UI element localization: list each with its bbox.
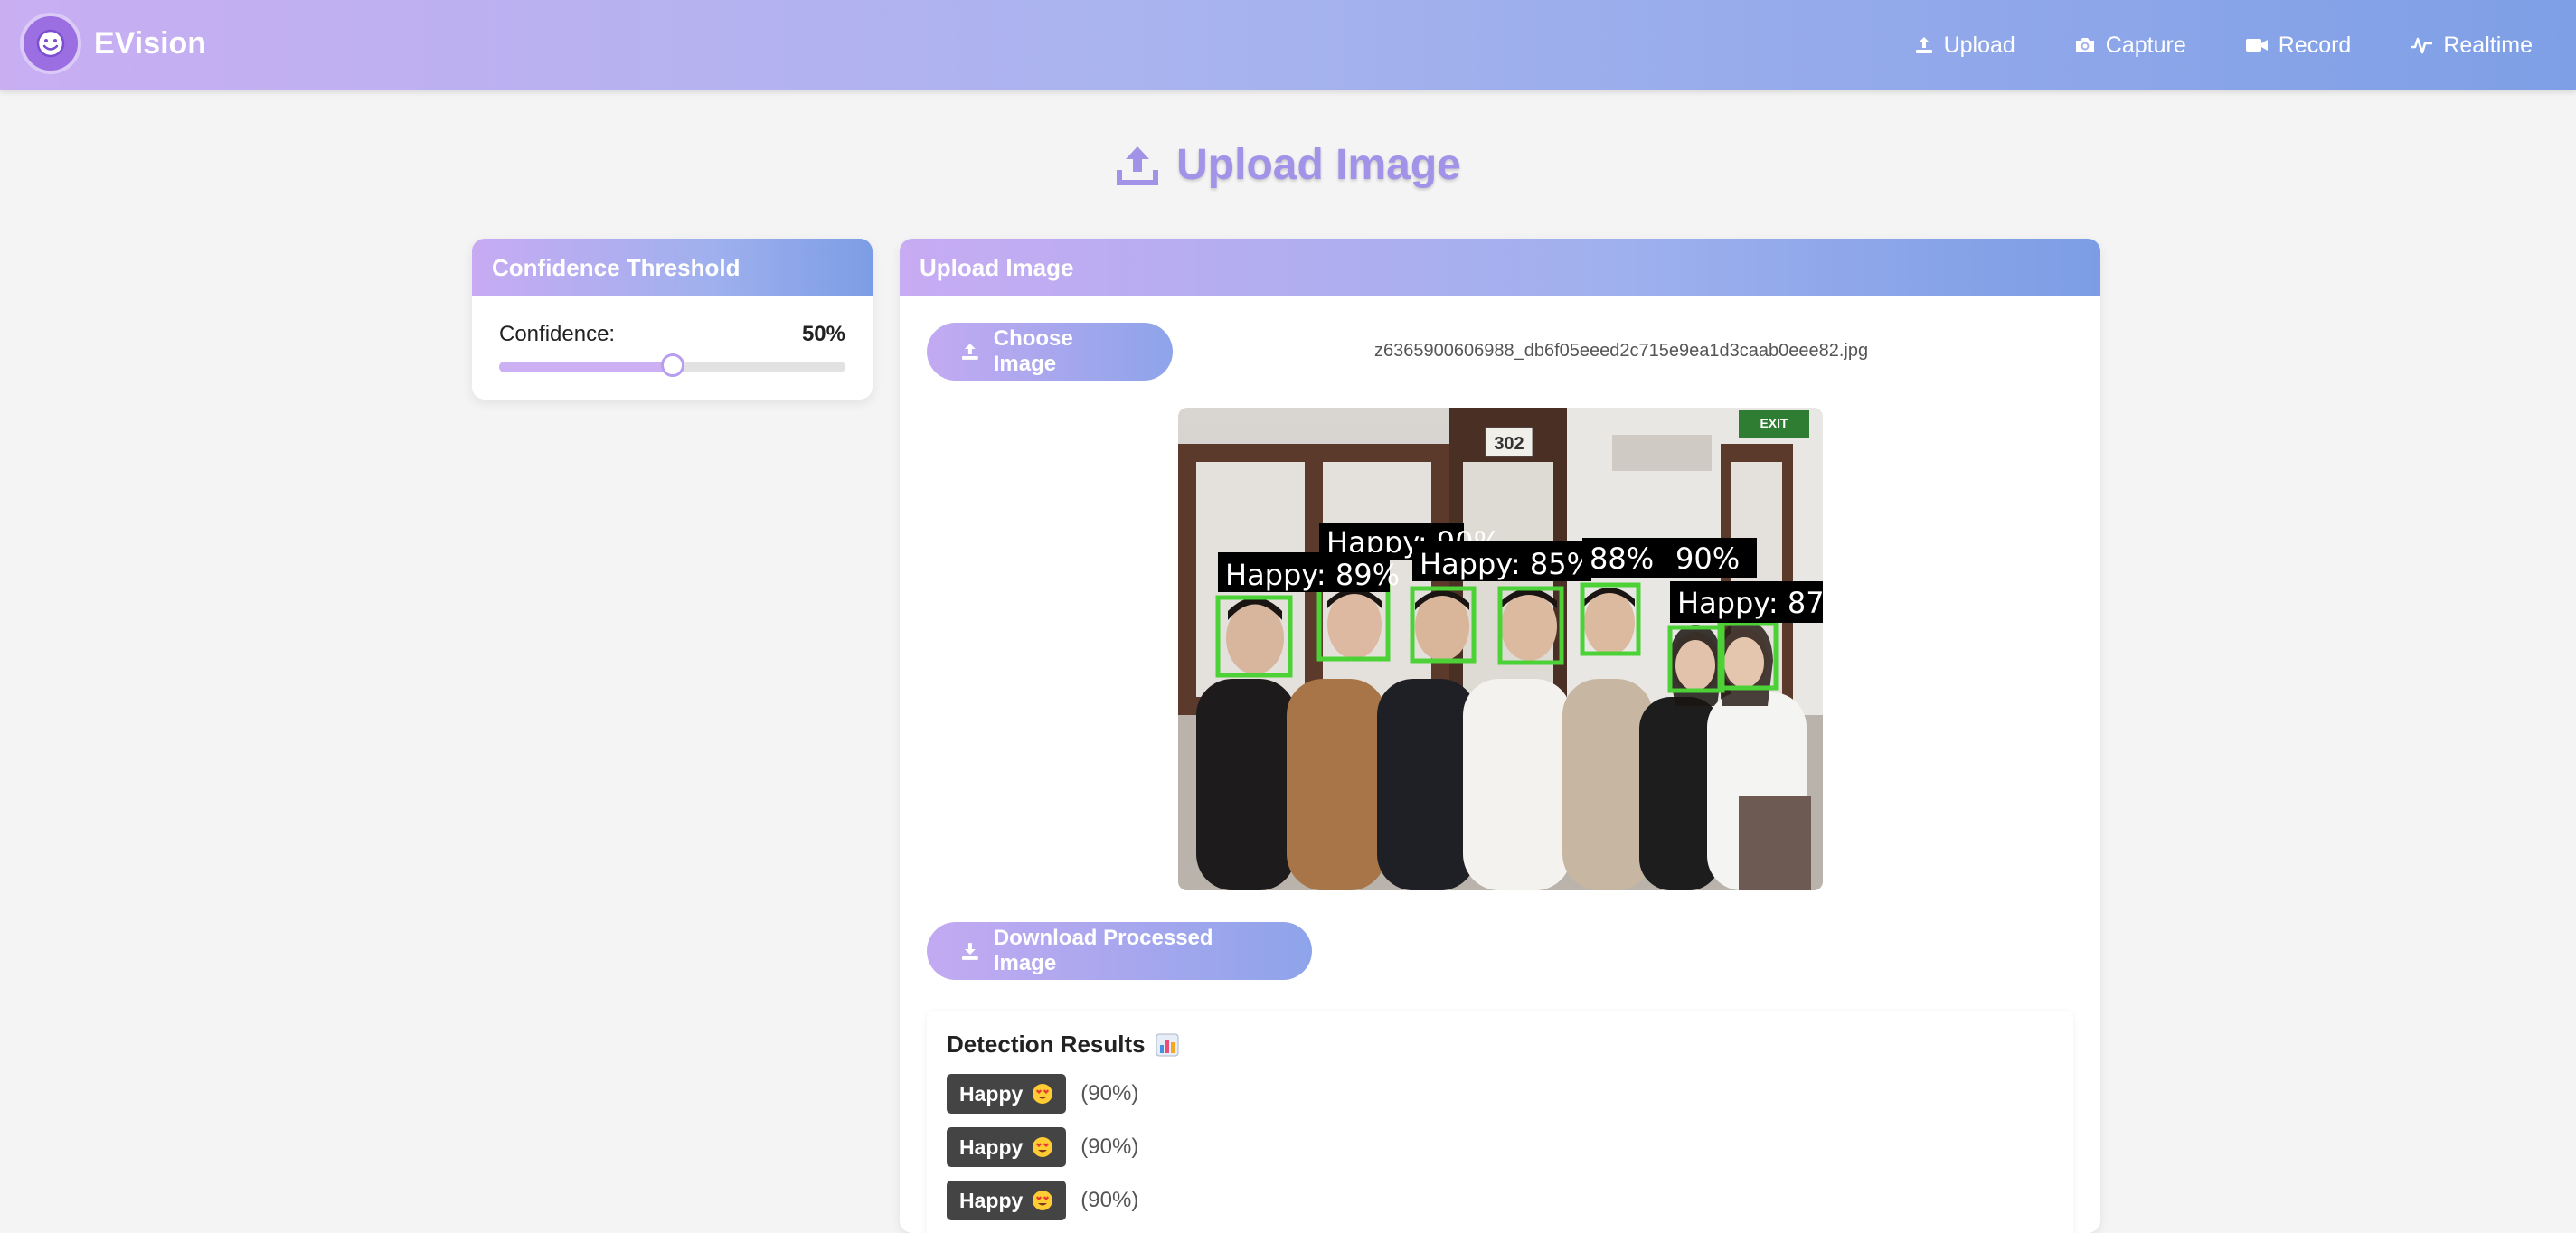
confidence-slider-thumb[interactable]: [660, 353, 684, 377]
emotion-label: Happy: [959, 1188, 1024, 1212]
confidence-row: Confidence: 50%: [499, 322, 845, 347]
detection-results-title: Detection Results: [947, 1031, 1180, 1059]
result-item: Happy (90%): [947, 1181, 1138, 1220]
confidence-value: 50%: [801, 322, 845, 346]
exit-sign: EXIT: [1760, 416, 1788, 430]
nav-capture[interactable]: Capture: [2073, 33, 2186, 59]
upload-icon: [1915, 37, 1932, 53]
choose-image-label: Choose Image: [993, 326, 1073, 376]
upload-card: Upload Image Choose Image z6365900606988…: [900, 239, 2100, 1233]
top-navbar: EVision Upload Capture Record Realtime: [0, 0, 2576, 90]
processed-image: 302 EXIT Happy: Happy: 89% Happy: 85% 88…: [1178, 408, 1823, 890]
download-processed-image-button[interactable]: Download Processed Image: [927, 922, 1312, 980]
nav-links: Upload Capture Record Realtime: [1855, 0, 2533, 90]
detection-results: Detection Results Happy (90%) Happy (90%…: [927, 1011, 2073, 1233]
nav-upload-label: Upload: [1943, 32, 2015, 58]
result-item: Happy (90%): [947, 1074, 1138, 1114]
camera-icon: [2075, 38, 2094, 52]
emotion-label: Happy: [959, 1134, 1024, 1159]
confidence-slider[interactable]: [499, 353, 845, 377]
confidence-card-header: Confidence Threshold: [472, 239, 873, 296]
heart-eyes-emoji-icon: [1033, 1137, 1053, 1157]
nav-realtime[interactable]: Realtime: [2409, 33, 2533, 59]
brand[interactable]: EVision: [24, 16, 206, 71]
choose-image-button[interactable]: Choose Image: [927, 323, 1173, 381]
brand-name: EVision: [94, 25, 207, 61]
download-processed-image-label: Download Processed Image: [993, 926, 1213, 975]
emotion-label: Happy: [959, 1081, 1024, 1106]
upload-icon: [1117, 146, 1159, 185]
emotion-badge: Happy: [947, 1074, 1067, 1114]
heart-eyes-emoji-icon: [1033, 1084, 1053, 1104]
confidence-slider-fill: [499, 362, 673, 372]
waveform-icon: [2411, 37, 2433, 54]
video-icon: [2245, 39, 2268, 52]
download-icon: [961, 943, 978, 960]
detection-label: Happy: 85%: [1420, 547, 1594, 581]
nav-record[interactable]: Record: [2244, 32, 2352, 59]
detection-label: Happy: 89%: [1225, 558, 1400, 592]
confidence-percent: (90%): [1080, 1188, 1139, 1212]
bar-chart-icon: [1156, 1033, 1179, 1056]
detection-label: Happy: 87: [1677, 586, 1823, 620]
nav-realtime-label: Realtime: [2443, 32, 2533, 58]
result-item: Happy (90%): [947, 1127, 1138, 1167]
confidence-card: Confidence Threshold Confidence: 50%: [472, 239, 873, 400]
emotion-badge: Happy: [947, 1127, 1067, 1167]
upload-card-header: Upload Image: [900, 239, 2100, 296]
confidence-label: Confidence:: [499, 322, 616, 346]
nav-capture-label: Capture: [2105, 32, 2186, 58]
file-name: z6365900606988_db6f05eeed2c715e9ea1d3caa…: [1374, 341, 1869, 361]
nav-upload[interactable]: Upload: [1913, 33, 2015, 59]
upload-icon: [961, 344, 978, 360]
heart-eyes-emoji-icon: [1033, 1191, 1053, 1210]
emotion-badge: Happy: [947, 1181, 1067, 1220]
nav-record-label: Record: [2278, 32, 2352, 58]
page-title: Upload Image: [0, 140, 2576, 190]
detection-label: 90%: [1675, 541, 1740, 576]
confidence-percent: (90%): [1080, 1081, 1139, 1106]
confidence-percent: (90%): [1080, 1134, 1139, 1159]
detection-label: 88%: [1590, 541, 1654, 576]
room-number-sign: 302: [1494, 434, 1524, 454]
detection-results-title-text: Detection Results: [947, 1031, 1146, 1058]
eye-logo-icon: [24, 16, 78, 71]
page-title-text: Upload Image: [1176, 141, 1461, 189]
